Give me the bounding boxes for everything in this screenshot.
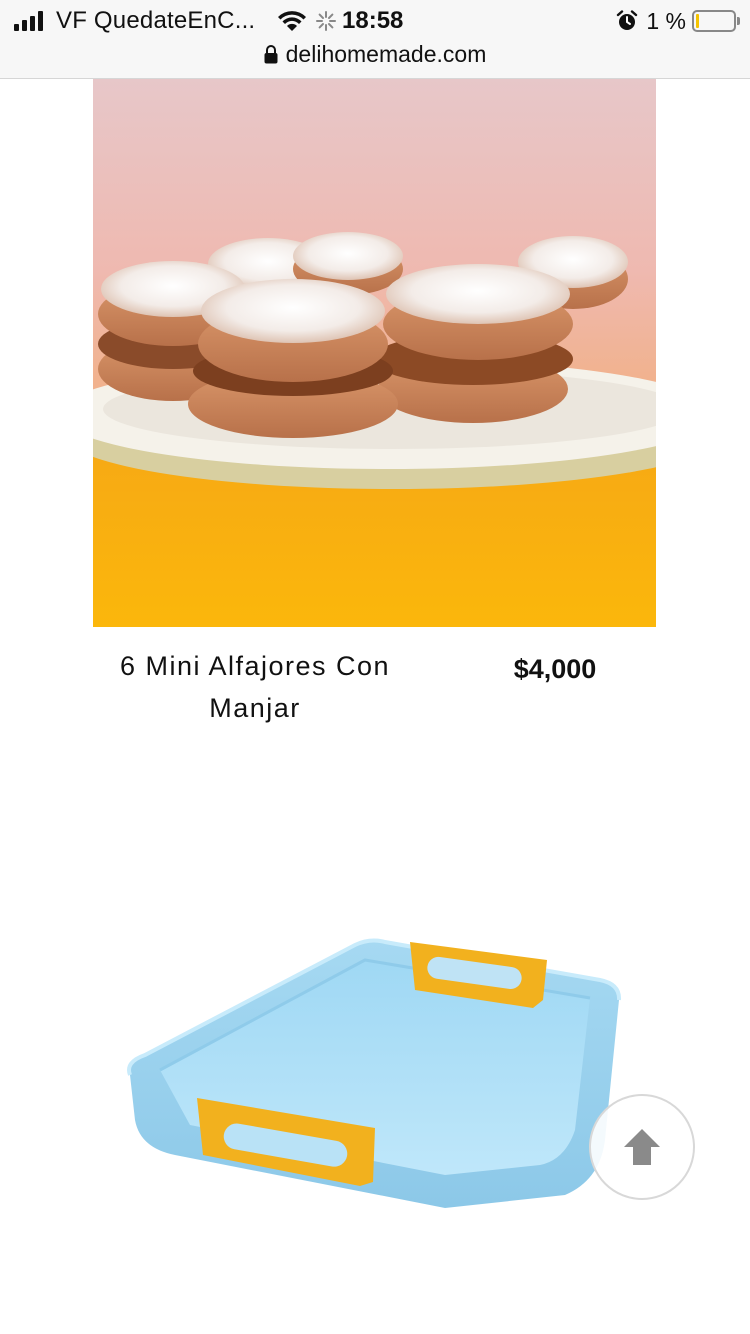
alfajores-photo (93, 79, 656, 627)
alarm-icon (617, 10, 638, 30)
status-bar-right: 1 % (616, 6, 740, 36)
product-price: $4,000 (513, 654, 597, 684)
status-bar-left: VF QuedateEnC... (14, 6, 337, 36)
wifi-icon (278, 11, 307, 31)
signal-bars-icon (14, 11, 46, 31)
loading-spinner-icon (316, 11, 337, 31)
browser-chrome: VF QuedateEnC... 18:58 1 % delihomemade.… (0, 0, 750, 79)
alfajores-product-image[interactable] (93, 79, 656, 627)
blue-tray-photo (127, 938, 622, 1208)
back-to-top-button[interactable] (589, 1094, 695, 1200)
tray-product-image[interactable] (85, 830, 665, 1230)
arrow-up-icon (624, 1129, 660, 1165)
carrier-name: VF QuedateEnC... (56, 7, 256, 34)
lock-icon (264, 44, 278, 63)
product-name[interactable]: 6 Mini Alfajores Con Manjar (100, 645, 410, 729)
battery-percentage: 1 % (646, 7, 686, 34)
status-time: 18:58 (342, 7, 404, 34)
address-bar[interactable]: delihomemade.com (0, 38, 750, 70)
battery-icon (692, 10, 740, 32)
url-text[interactable]: delihomemade.com (286, 41, 487, 68)
